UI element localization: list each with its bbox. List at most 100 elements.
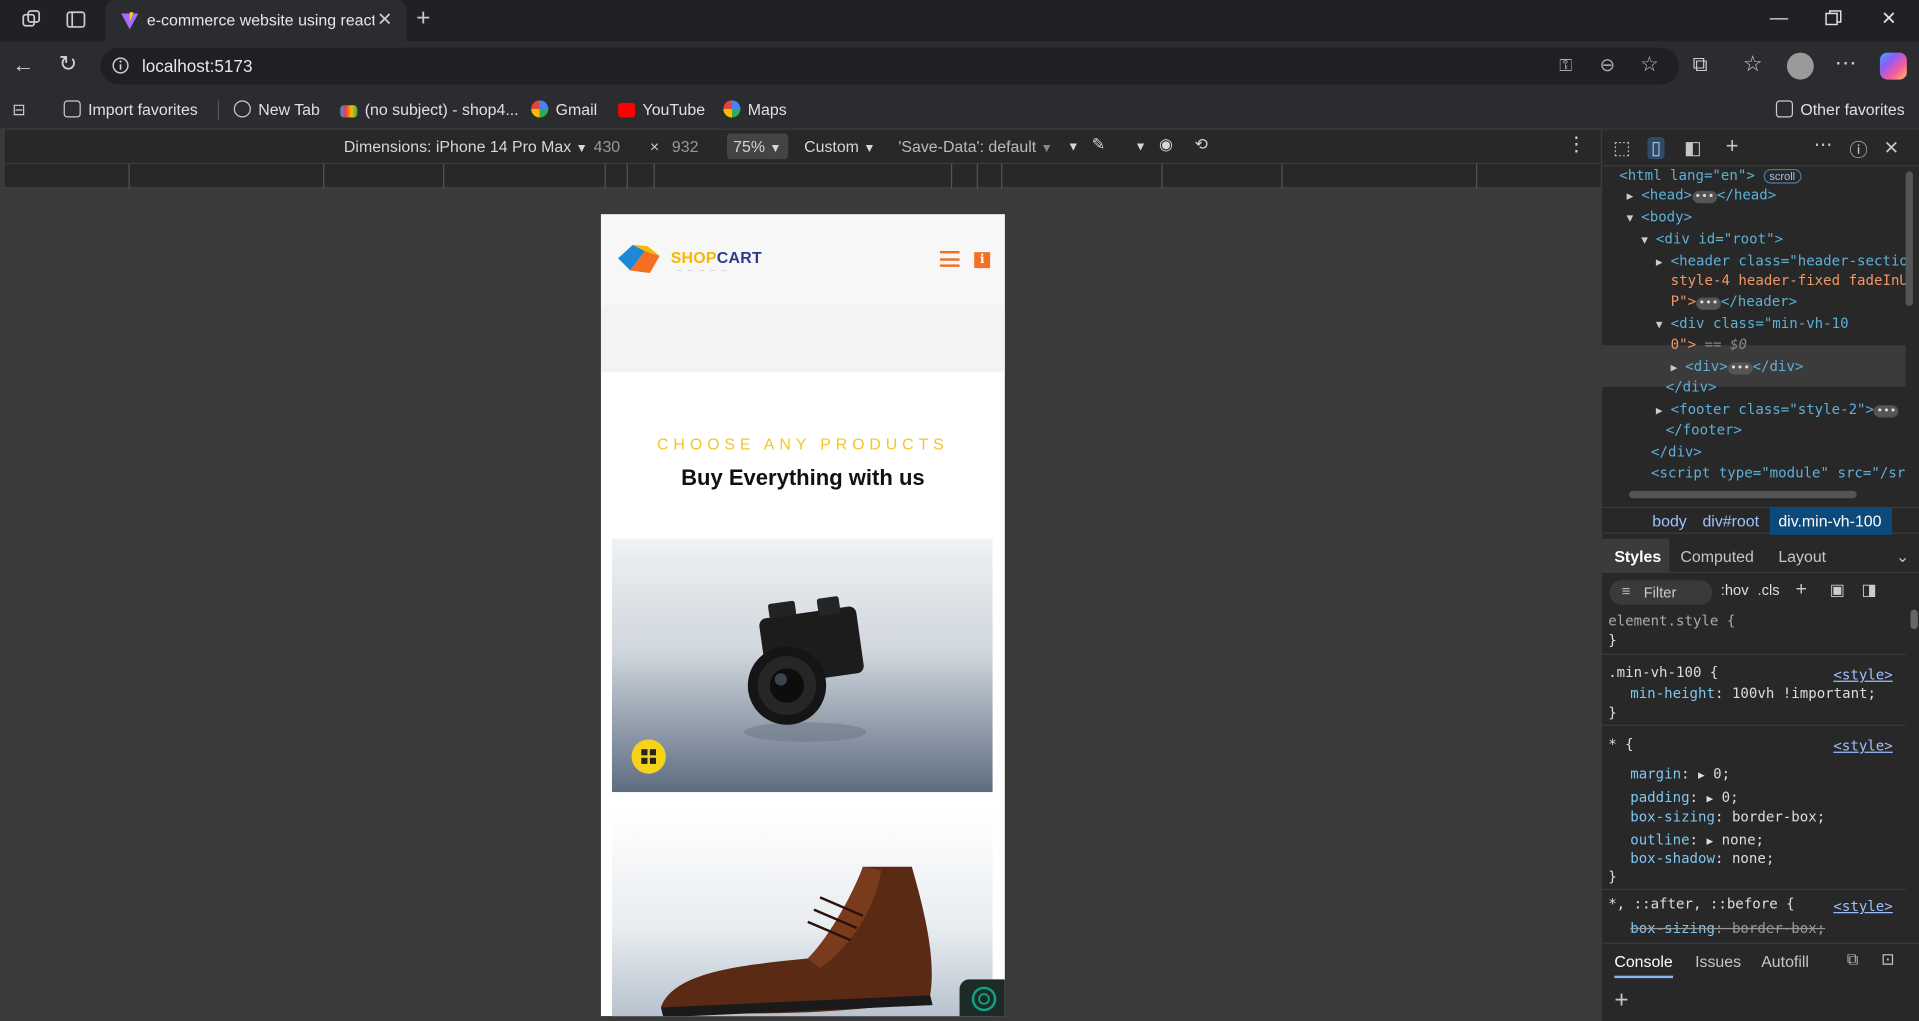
- crumb-active[interactable]: div.min-vh-100: [1769, 508, 1893, 535]
- reload-icon[interactable]: ↻: [59, 51, 77, 77]
- close-drawer-icon[interactable]: ⊡: [1881, 950, 1894, 970]
- expand-triangle-icon[interactable]: ▶: [1656, 405, 1671, 417]
- zoom-icon[interactable]: ⊖: [1600, 54, 1615, 76]
- dom-line[interactable]: ▶ <header class="header-section: [1656, 252, 1906, 269]
- paint-icon[interactable]: ▣: [1830, 580, 1845, 600]
- hamburger-menu-icon[interactable]: [939, 250, 960, 267]
- shopcart-logo-icon[interactable]: [616, 241, 665, 275]
- favorite-star-icon[interactable]: ☆: [1640, 53, 1659, 77]
- product-card-shoe[interactable]: [611, 811, 993, 1017]
- collapsed-dots[interactable]: •••: [1727, 362, 1753, 375]
- restore-icon[interactable]: [1825, 10, 1842, 32]
- styles-scrollbar[interactable]: [1910, 609, 1918, 630]
- tab-console[interactable]: Console: [1614, 952, 1673, 979]
- tab-actions-icon[interactable]: [65, 9, 87, 35]
- tab-close-icon[interactable]: ✕: [377, 9, 392, 31]
- collapsed-dots[interactable]: •••: [1692, 190, 1717, 203]
- device-toggle-icon[interactable]: ▯: [1647, 137, 1665, 160]
- product-card-camera[interactable]: [611, 538, 993, 793]
- other-favorites[interactable]: Other favorites: [1775, 100, 1905, 119]
- cls-toggle[interactable]: .cls: [1758, 581, 1780, 598]
- workspaces-icon[interactable]: [21, 9, 43, 35]
- more-tools-icon[interactable]: ⋯: [1814, 133, 1832, 156]
- collapse-triangle-icon[interactable]: ▼: [1656, 320, 1671, 332]
- rule-source-link[interactable]: <style>: [1833, 666, 1892, 683]
- close-devtools-icon[interactable]: ✕: [1884, 137, 1899, 159]
- collapsed-dots[interactable]: •••: [1696, 297, 1721, 310]
- vision-icon[interactable]: ◉: [1159, 135, 1173, 155]
- help-icon[interactable]: ⓘ: [1849, 137, 1867, 163]
- height-input[interactable]: 932: [672, 137, 699, 155]
- hov-toggle[interactable]: :hov: [1721, 581, 1749, 598]
- sidebar-toggle-icon[interactable]: ◨: [1862, 580, 1877, 600]
- scroll-badge[interactable]: scroll: [1763, 168, 1802, 184]
- css-declaration-overridden[interactable]: box-sizing: border-box;: [1630, 919, 1825, 936]
- throttle-select[interactable]: Custom ▼: [804, 137, 875, 155]
- sensors-icon[interactable]: ✎: [1092, 135, 1105, 155]
- crumb-body[interactable]: body: [1652, 512, 1687, 530]
- chevron-down-icon[interactable]: ⌄: [1896, 547, 1909, 567]
- fav-gmail-subject[interactable]: (no subject) - shop4...: [340, 100, 519, 119]
- profile-avatar[interactable]: [1786, 52, 1814, 80]
- css-declaration[interactable]: outline: ▶ none;: [1630, 831, 1764, 848]
- expand-triangle-icon[interactable]: ▶: [1671, 362, 1686, 374]
- chevron-down-icon[interactable]: ▼: [1067, 141, 1079, 154]
- dock-side-icon[interactable]: ◧: [1684, 137, 1701, 159]
- rotate-icon[interactable]: ⟲: [1195, 135, 1208, 155]
- category-windows-icon[interactable]: [631, 739, 666, 774]
- add-console-icon[interactable]: +: [1614, 987, 1628, 1015]
- crumb-root[interactable]: div#root: [1702, 512, 1759, 530]
- save-data-select[interactable]: 'Save-Data': default ▼: [898, 137, 1052, 155]
- copilot-icon[interactable]: [1879, 52, 1907, 80]
- tab-computed[interactable]: Computed: [1680, 547, 1753, 565]
- favorites-icon[interactable]: ☆: [1743, 51, 1763, 77]
- dom-line[interactable]: ▼ <div id="root">: [1641, 230, 1783, 247]
- tab-layout[interactable]: Layout: [1778, 547, 1826, 565]
- chatgpt-icon[interactable]: [959, 979, 1005, 1017]
- close-window-icon[interactable]: ✕: [1881, 7, 1896, 30]
- collapsed-dots[interactable]: •••: [1874, 405, 1899, 418]
- expand-drawer-icon[interactable]: ⧉: [1847, 950, 1858, 970]
- css-declaration[interactable]: min-height: 100vh !important;: [1630, 684, 1876, 701]
- css-declaration[interactable]: padding: ▶ 0;: [1630, 788, 1738, 805]
- css-declaration[interactable]: box-sizing: border-box;: [1630, 808, 1825, 825]
- dom-line[interactable]: ▼ <body>: [1627, 208, 1693, 225]
- dom-line[interactable]: <html lang="en"> scroll: [1619, 166, 1802, 184]
- collapse-triangle-icon[interactable]: ▼: [1627, 213, 1642, 225]
- expand-triangle-icon[interactable]: ▶: [1627, 191, 1642, 203]
- fav-gmail[interactable]: Gmail: [531, 100, 597, 119]
- dom-line-selected[interactable]: ▼ <div class="min-vh-10: [1656, 315, 1849, 332]
- logo-text[interactable]: SHOPCART: [671, 249, 762, 267]
- expand-triangle-icon[interactable]: ▶: [1656, 257, 1671, 269]
- fav-youtube[interactable]: YouTube: [618, 100, 705, 119]
- dom-line[interactable]: P"> ••• </header>: [1671, 293, 1797, 310]
- password-key-icon[interactable]: ⚿: [1559, 55, 1572, 76]
- address-bar[interactable]: localhost:5173 ⚿ ⊖ ☆: [100, 47, 1680, 85]
- fav-new-tab[interactable]: New Tab: [233, 100, 320, 119]
- fav-maps[interactable]: Maps: [723, 100, 787, 119]
- expand-triangle-icon[interactable]: ▶: [1707, 793, 1714, 805]
- zoom-select[interactable]: 75% ▼: [726, 133, 788, 160]
- add-panel-icon[interactable]: +: [1726, 133, 1739, 159]
- info-icon[interactable]: i: [974, 252, 991, 269]
- inspect-element-icon[interactable]: ⬚: [1613, 137, 1630, 159]
- sidebar-toggle-icon[interactable]: ⊟: [12, 100, 25, 120]
- fav-import[interactable]: Import favorites: [63, 100, 198, 119]
- site-info-icon[interactable]: [111, 56, 129, 80]
- new-tab-icon[interactable]: +: [416, 5, 430, 33]
- dom-line[interactable]: ▶ <footer class="style-2"> •••: [1656, 400, 1899, 418]
- tab-autofill[interactable]: Autofill: [1761, 952, 1809, 970]
- chevron-down-icon[interactable]: ▼: [1135, 141, 1147, 154]
- dom-tree[interactable]: <html lang="en"> scroll ▶ <head> ••• </head…: [1602, 166, 1906, 487]
- url-text[interactable]: localhost:5173: [142, 56, 253, 76]
- css-declaration[interactable]: margin: ▶ 0;: [1630, 765, 1730, 782]
- dimensions-select[interactable]: Dimensions: iPhone 14 Pro Max ▼: [344, 137, 588, 155]
- more-menu-icon[interactable]: ⋯: [1835, 50, 1857, 76]
- collapse-triangle-icon[interactable]: ▼: [1641, 235, 1656, 247]
- dom-scrollbar[interactable]: [1905, 171, 1913, 307]
- rule-source-link[interactable]: <style>: [1833, 897, 1892, 914]
- back-icon[interactable]: ←: [12, 53, 34, 79]
- width-input[interactable]: 430: [594, 137, 621, 155]
- dom-line[interactable]: ▶ <head> ••• </head>: [1627, 186, 1777, 203]
- dom-horizontal-scrollbar[interactable]: [1629, 490, 1857, 499]
